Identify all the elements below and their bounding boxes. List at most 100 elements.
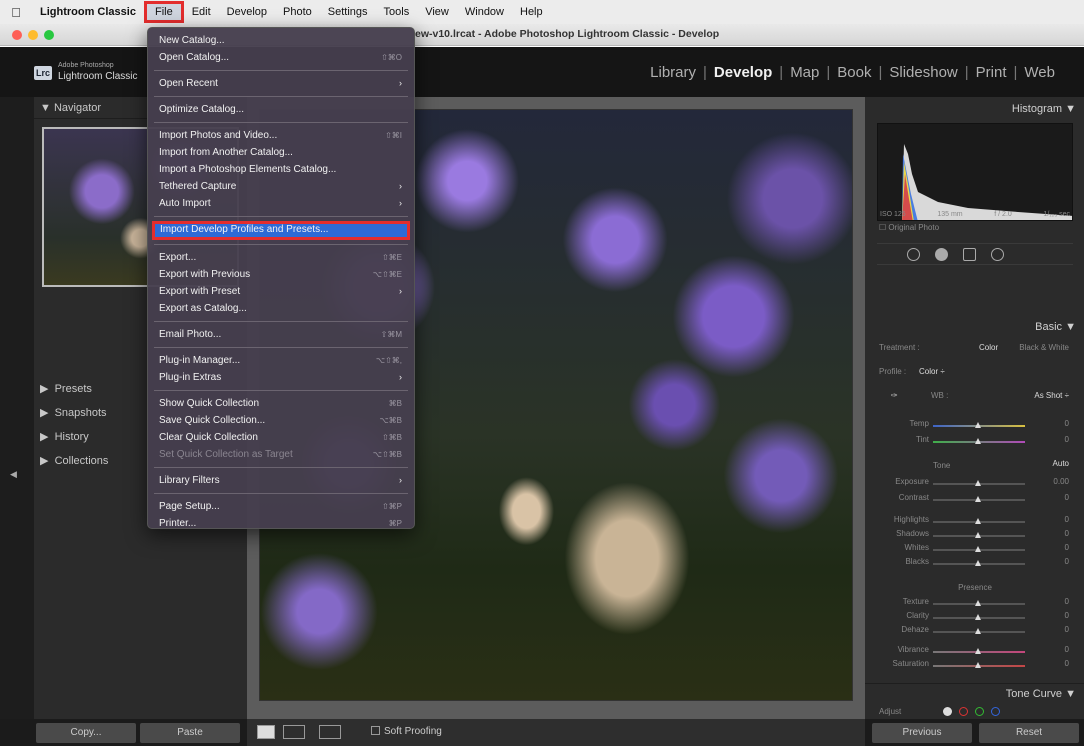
treatment-color-option[interactable]: Color bbox=[979, 343, 998, 352]
auto-tone-button[interactable]: Auto bbox=[1053, 459, 1069, 468]
menu-window[interactable]: Window bbox=[457, 0, 512, 24]
saturation-slider[interactable]: Saturation 0 bbox=[877, 659, 1073, 675]
module-slideshow[interactable]: Slideshow bbox=[882, 64, 964, 81]
loupe-view-icon[interactable] bbox=[257, 725, 275, 739]
menu-open-catalog[interactable]: Open Catalog... ⇧⌘O bbox=[148, 49, 414, 66]
save-quick-shortcut: ⌥⌘B bbox=[379, 416, 402, 425]
dehaze-slider[interactable]: Dehaze 0 bbox=[877, 625, 1073, 641]
zoom-window-button[interactable] bbox=[44, 30, 54, 40]
temp-slider[interactable]: Temp 0 bbox=[877, 419, 1073, 435]
treatment-bw-option[interactable]: Black & White bbox=[1019, 343, 1069, 352]
eyedropper-icon[interactable]: ✑ bbox=[891, 391, 898, 400]
reset-button[interactable]: Reset bbox=[979, 723, 1079, 743]
blacks-value[interactable]: 0 bbox=[1065, 557, 1069, 566]
copy-button[interactable]: Copy... bbox=[36, 723, 136, 743]
library-filters-label: Library Filters bbox=[159, 475, 220, 486]
menu-file[interactable]: File bbox=[143, 1, 184, 23]
menu-page-setup[interactable]: Page Setup... ⇧⌘P bbox=[148, 498, 414, 515]
redeye-tool-icon[interactable] bbox=[963, 248, 976, 261]
collapse-left-arrow-icon[interactable]: ◀ bbox=[10, 469, 17, 480]
highlights-value[interactable]: 0 bbox=[1065, 515, 1069, 524]
histogram-header[interactable]: Histogram ▼ bbox=[865, 99, 1084, 119]
texture-label: Texture bbox=[902, 597, 929, 606]
menu-import-another-catalog[interactable]: Import from Another Catalog... bbox=[148, 144, 414, 161]
menu-show-quick-collection[interactable]: Show Quick Collection ⌘B bbox=[148, 395, 414, 412]
menu-plugin-extras[interactable]: Plug-in Extras › bbox=[148, 369, 414, 386]
tint-value[interactable]: 0 bbox=[1065, 435, 1069, 444]
menu-help[interactable]: Help bbox=[512, 0, 551, 24]
whites-value[interactable]: 0 bbox=[1065, 543, 1069, 552]
paste-button[interactable]: Paste bbox=[140, 723, 240, 743]
menu-new-catalog[interactable]: New Catalog... bbox=[148, 32, 414, 49]
previous-button[interactable]: Previous bbox=[872, 723, 972, 743]
menu-open-recent[interactable]: Open Recent › bbox=[148, 75, 414, 92]
dehaze-value[interactable]: 0 bbox=[1065, 625, 1069, 634]
menu-printer[interactable]: Printer... ⌘P bbox=[148, 515, 414, 532]
wb-dropdown[interactable]: As Shot ÷ bbox=[1034, 391, 1069, 400]
treatment-label: Treatment : bbox=[879, 343, 920, 352]
before-after-icon[interactable] bbox=[283, 725, 305, 739]
basic-header[interactable]: Basic ▼ bbox=[865, 317, 1084, 337]
menu-tethered-capture[interactable]: Tethered Capture › bbox=[148, 178, 414, 195]
soft-proofing-checkbox[interactable]: Soft Proofing bbox=[371, 726, 442, 737]
menu-photo[interactable]: Photo bbox=[275, 0, 320, 24]
menu-clear-quick-collection[interactable]: Clear Quick Collection ⇧⌘B bbox=[148, 429, 414, 446]
temp-value[interactable]: 0 bbox=[1065, 419, 1069, 428]
module-library[interactable]: Library bbox=[643, 64, 703, 81]
blue-curve-icon[interactable] bbox=[991, 707, 1000, 716]
module-book[interactable]: Book bbox=[830, 64, 878, 81]
blacks-slider[interactable]: Blacks 0 bbox=[877, 557, 1073, 573]
tint-slider[interactable]: Tint 0 bbox=[877, 435, 1073, 451]
profile-dropdown[interactable]: Color ÷ bbox=[919, 367, 945, 376]
menu-import-photos[interactable]: Import Photos and Video... ⇧⌘I bbox=[148, 127, 414, 144]
saturation-value[interactable]: 0 bbox=[1065, 659, 1069, 668]
menu-view[interactable]: View bbox=[417, 0, 457, 24]
menu-export-as-catalog[interactable]: Export as Catalog... bbox=[148, 300, 414, 317]
contrast-slider[interactable]: Contrast 0 bbox=[877, 493, 1073, 509]
module-map[interactable]: Map bbox=[783, 64, 826, 81]
menu-lightroom-classic[interactable]: Lightroom Classic bbox=[32, 0, 144, 24]
menu-library-filters[interactable]: Library Filters › bbox=[148, 472, 414, 489]
menu-develop[interactable]: Develop bbox=[219, 0, 275, 24]
develop-tool-strip bbox=[877, 243, 1073, 265]
menu-email-photo[interactable]: Email Photo... ⇧⌘M bbox=[148, 326, 414, 343]
crop-tool-icon[interactable] bbox=[907, 248, 920, 261]
menu-import-develop-profiles[interactable]: Import Develop Profiles and Presets... bbox=[152, 221, 410, 240]
aperture: f / 2.0 bbox=[994, 211, 1012, 218]
menu-save-quick-collection[interactable]: Save Quick Collection... ⌥⌘B bbox=[148, 412, 414, 429]
left-panel-edge[interactable]: ◀ bbox=[0, 97, 34, 746]
masking-tool-icon[interactable] bbox=[991, 248, 1004, 261]
original-photo-checkbox[interactable]: ☐ Original Photo bbox=[879, 223, 939, 232]
shadows-value[interactable]: 0 bbox=[1065, 529, 1069, 538]
close-window-button[interactable] bbox=[12, 30, 22, 40]
clarity-value[interactable]: 0 bbox=[1065, 611, 1069, 620]
red-curve-icon[interactable] bbox=[959, 707, 968, 716]
rgb-curve-icon[interactable] bbox=[943, 707, 952, 716]
menu-tools[interactable]: Tools bbox=[376, 0, 418, 24]
spot-removal-icon[interactable] bbox=[935, 248, 948, 261]
green-curve-icon[interactable] bbox=[975, 707, 984, 716]
menu-auto-import[interactable]: Auto Import › bbox=[148, 195, 414, 212]
menu-export[interactable]: Export... ⇧⌘E bbox=[148, 249, 414, 266]
module-print[interactable]: Print bbox=[969, 64, 1014, 81]
tone-curve-header[interactable]: Tone Curve ▼ bbox=[865, 683, 1084, 703]
menu-edit[interactable]: Edit bbox=[184, 0, 219, 24]
vibrance-value[interactable]: 0 bbox=[1065, 645, 1069, 654]
module-develop[interactable]: Develop bbox=[707, 64, 779, 81]
open-catalog-shortcut: ⇧⌘O bbox=[381, 53, 402, 62]
module-web[interactable]: Web bbox=[1017, 64, 1062, 81]
menu-plugin-manager[interactable]: Plug-in Manager... ⌥⇧⌘, bbox=[148, 352, 414, 369]
menu-settings[interactable]: Settings bbox=[320, 0, 376, 24]
exposure-value[interactable]: 0.00 bbox=[1053, 477, 1069, 486]
apple-icon[interactable]:  bbox=[0, 5, 32, 20]
compare-view-icon[interactable] bbox=[319, 725, 341, 739]
exposure-slider[interactable]: Exposure 0.00 bbox=[877, 477, 1073, 493]
menu-export-with-preset[interactable]: Export with Preset › bbox=[148, 283, 414, 300]
texture-value[interactable]: 0 bbox=[1065, 597, 1069, 606]
menu-import-elements-catalog[interactable]: Import a Photoshop Elements Catalog... bbox=[148, 161, 414, 178]
menu-export-with-previous[interactable]: Export with Previous ⌥⇧⌘E bbox=[148, 266, 414, 283]
import-photos-shortcut: ⇧⌘I bbox=[385, 131, 402, 140]
minimize-window-button[interactable] bbox=[28, 30, 38, 40]
contrast-value[interactable]: 0 bbox=[1065, 493, 1069, 502]
menu-optimize-catalog[interactable]: Optimize Catalog... bbox=[148, 101, 414, 118]
